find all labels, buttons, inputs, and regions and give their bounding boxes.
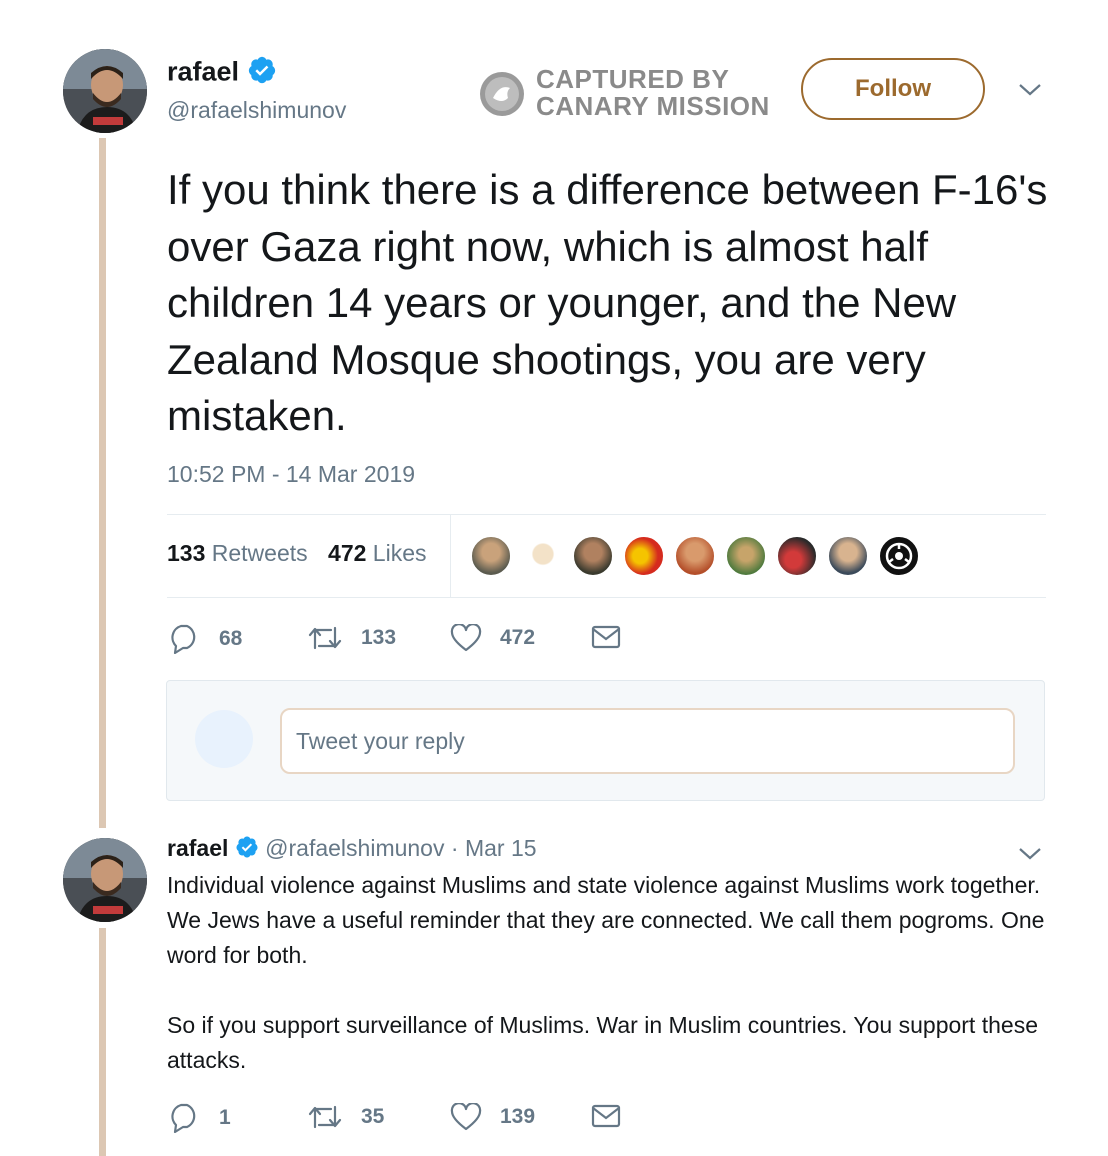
- thread-line: [99, 928, 106, 1156]
- tweet-timestamp[interactable]: 10:52 PM - 14 Mar 2019: [167, 461, 415, 488]
- reply-icon: [171, 624, 196, 654]
- reply-tweet-text: Individual violence against Muslims and …: [167, 872, 1045, 1073]
- like-count: 139: [500, 1105, 536, 1128]
- like-button[interactable]: 472: [450, 624, 535, 652]
- tweet-options-chevron-down-icon[interactable]: [1018, 82, 1042, 103]
- envelope-icon: [591, 1104, 621, 1128]
- reply-author-name[interactable]: rafael: [167, 835, 228, 861]
- reply-button[interactable]: 68: [167, 624, 242, 654]
- follow-button[interactable]: Follow: [801, 58, 985, 120]
- like-count: 472: [500, 626, 536, 649]
- retweets-count: 133: [167, 540, 206, 566]
- liker-avatar[interactable]: [522, 535, 564, 577]
- retweets-label: Retweets: [211, 540, 308, 566]
- current-user-avatar: [195, 710, 253, 768]
- liker-avatar[interactable]: [572, 535, 614, 577]
- envelope-icon: [591, 625, 621, 649]
- thread-line: [99, 138, 106, 828]
- likes-count: 472: [328, 540, 367, 566]
- author-handle[interactable]: @rafaelshimunov: [167, 97, 346, 124]
- liker-avatar[interactable]: [623, 535, 665, 577]
- retweets-stat[interactable]: 133 Retweets: [167, 540, 308, 566]
- liker-avatar[interactable]: [674, 535, 716, 577]
- canary-mission-watermark: CAPTURED BY CANARY MISSION: [478, 64, 778, 124]
- liker-avatar[interactable]: [776, 535, 818, 577]
- header-separator: ·: [450, 835, 459, 862]
- heart-icon: [450, 1103, 482, 1131]
- retweet-icon: [308, 1105, 342, 1129]
- author-name-text[interactable]: rafael: [167, 57, 239, 87]
- direct-message-button[interactable]: [591, 1103, 621, 1129]
- author-avatar[interactable]: [63, 49, 147, 133]
- liker-avatar[interactable]: [470, 535, 512, 577]
- reply-options-chevron-down-icon[interactable]: [1018, 846, 1042, 867]
- reply-tweet-header: rafael @rafaelshimunov · Mar 15: [167, 835, 537, 865]
- author-name[interactable]: rafael: [167, 55, 277, 92]
- watermark-line2: CANARY MISSION: [536, 91, 770, 121]
- canary-logo-icon: [480, 72, 524, 116]
- stats-divider: [450, 515, 451, 597]
- reply-icon: [171, 1103, 196, 1133]
- like-button[interactable]: 139: [450, 1103, 535, 1131]
- tweet-text: If you think there is a difference betwe…: [167, 166, 1048, 439]
- likes-label: Likes: [372, 540, 427, 566]
- reply-tweet-date[interactable]: Mar 15: [465, 835, 537, 861]
- retweet-icon: [308, 626, 342, 650]
- retweet-button[interactable]: 35: [307, 1103, 384, 1131]
- likes-stat[interactable]: 472 Likes: [328, 540, 426, 566]
- retweet-count: 133: [361, 626, 397, 649]
- liker-avatar[interactable]: [878, 535, 920, 577]
- reply-input[interactable]: [280, 708, 1015, 774]
- verified-badge-icon: [235, 835, 259, 865]
- reply-count: 68: [219, 627, 243, 650]
- heart-icon: [450, 624, 482, 652]
- reply-author-handle[interactable]: @rafaelshimunov: [265, 835, 444, 861]
- liker-avatar[interactable]: [725, 535, 767, 577]
- liker-avatar[interactable]: [827, 535, 869, 577]
- reply-count: 1: [219, 1106, 231, 1129]
- tweet-stats: 133 Retweets 472 Likes: [167, 540, 427, 567]
- reply-composer: [166, 680, 1045, 801]
- divider: [167, 514, 1046, 515]
- watermark-line1: CAPTURED BY: [536, 64, 730, 94]
- reply-author-avatar[interactable]: [63, 838, 147, 922]
- retweet-button[interactable]: 133: [307, 624, 396, 652]
- divider: [167, 597, 1046, 598]
- verified-badge-icon: [247, 55, 277, 92]
- direct-message-button[interactable]: [591, 624, 621, 650]
- retweet-count: 35: [361, 1105, 385, 1128]
- reply-button[interactable]: 1: [167, 1103, 231, 1133]
